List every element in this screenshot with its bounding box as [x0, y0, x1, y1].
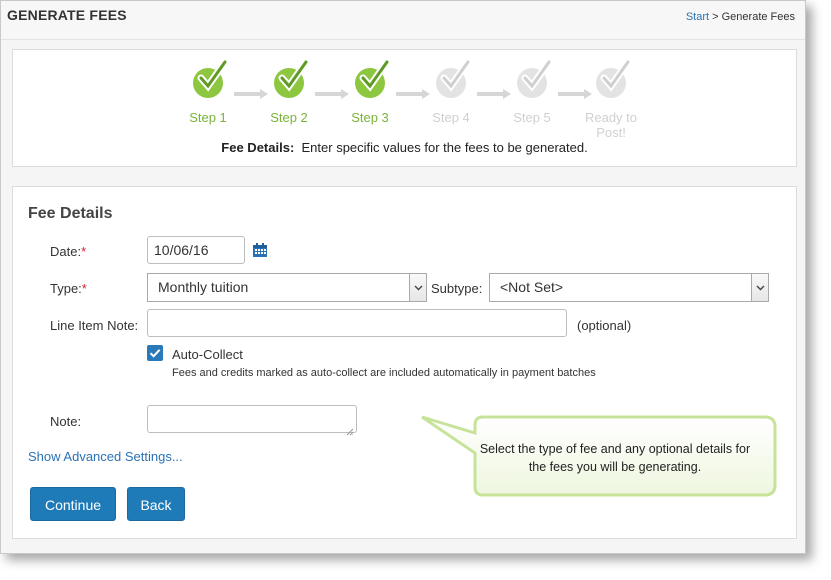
- step-description: Fee Details: Enter specific values for t…: [13, 140, 796, 155]
- checkmark-icon: [149, 349, 161, 358]
- auto-collect-checkbox[interactable]: [147, 345, 163, 361]
- step-6: Ready to Post!: [571, 58, 651, 140]
- page-title: GENERATE FEES: [7, 7, 127, 23]
- type-label-text: Type:: [50, 281, 82, 296]
- resize-handle-icon[interactable]: [346, 423, 354, 436]
- required-marker: *: [81, 281, 87, 296]
- step-label: Step 3: [351, 110, 389, 125]
- page-header: GENERATE FEES Start > Generate Fees: [1, 1, 805, 40]
- date-label-text: Date:: [50, 244, 82, 259]
- step-check-icon: [274, 58, 310, 98]
- date-label: Date:*: [50, 244, 86, 259]
- auto-collect-label: Auto-Collect: [172, 347, 243, 362]
- step-description-text: Enter specific values for the fees to be…: [301, 140, 588, 155]
- date-input[interactable]: 10/06/16: [147, 236, 245, 264]
- optional-text: (optional): [577, 318, 632, 333]
- step-label: Ready to Post!: [584, 110, 638, 140]
- note-textarea[interactable]: [147, 405, 357, 433]
- step-check-icon: [436, 58, 472, 98]
- line-item-note-label: Line Item Note:: [50, 318, 139, 333]
- section-title: Fee Details: [28, 205, 113, 222]
- continue-button[interactable]: Continue: [30, 487, 116, 521]
- subtype-select-value: <Not Set>: [500, 279, 564, 295]
- subtype-select[interactable]: <Not Set>: [489, 273, 769, 302]
- chevron-down-icon[interactable]: [409, 274, 426, 301]
- type-select-value: Monthly tuition: [158, 279, 249, 295]
- type-select[interactable]: Monthly tuition: [147, 273, 427, 302]
- breadcrumb: Start > Generate Fees: [686, 11, 795, 23]
- step-description-title: Fee Details:: [221, 140, 295, 155]
- step-label: Step 1: [189, 110, 227, 125]
- steps-panel: Step 1 Step 2 Step 3 Step 4 Step 5 Ready to P…: [12, 49, 797, 167]
- step-label: Step 2: [270, 110, 308, 125]
- chevron-down-icon[interactable]: [751, 274, 768, 301]
- step-check-icon: [193, 58, 229, 98]
- breadcrumb-separator: >: [712, 11, 719, 23]
- note-label: Note:: [50, 414, 82, 429]
- required-marker: *: [81, 244, 87, 259]
- step-label: Step 5: [513, 110, 551, 125]
- subtype-label: Subtype:: [431, 281, 483, 296]
- breadcrumb-current: Generate Fees: [721, 11, 795, 23]
- line-item-note-input[interactable]: [147, 309, 567, 337]
- calendar-icon[interactable]: [252, 242, 268, 258]
- step-check-icon: [355, 58, 391, 98]
- breadcrumb-start-link[interactable]: Start: [686, 11, 709, 23]
- type-label: Type:*: [50, 281, 87, 296]
- show-advanced-settings-link[interactable]: Show Advanced Settings...: [28, 449, 183, 464]
- step-check-icon: [596, 58, 632, 98]
- auto-collect-help: Fees and credits marked as auto-collect …: [172, 367, 596, 379]
- callout-text: Select the type of fee and any optional …: [479, 442, 751, 474]
- step-label: Step 4: [432, 110, 470, 125]
- back-button[interactable]: Back: [127, 487, 185, 521]
- step-check-icon: [517, 58, 553, 98]
